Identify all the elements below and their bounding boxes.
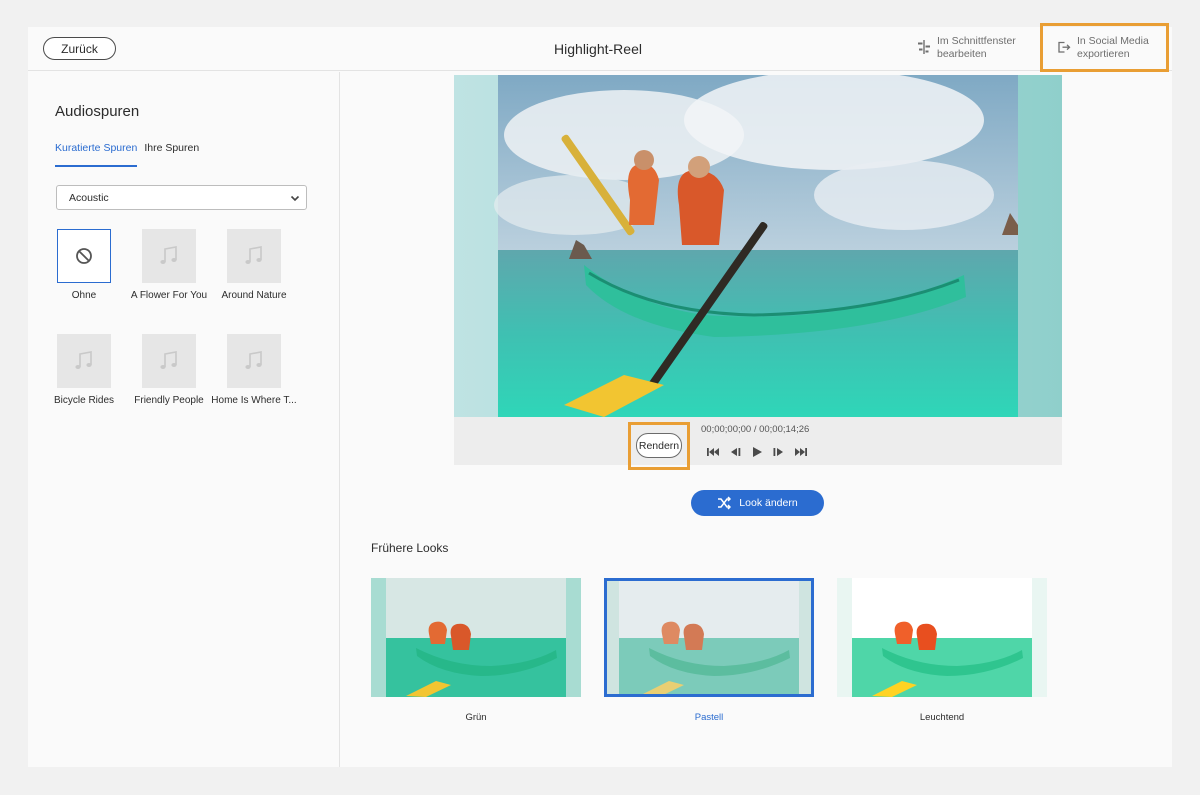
- track-thumb: [142, 229, 196, 283]
- timecode: 00;00;00;00 / 00;00;14;26: [701, 424, 810, 435]
- track-a-flower-for-you[interactable]: A Flower For You: [126, 229, 212, 301]
- kayak-photo: [454, 75, 1062, 417]
- track-thumb: [142, 334, 196, 388]
- track-label: Home Is Where T...: [211, 395, 297, 406]
- shuffle-icon: [718, 496, 732, 510]
- track-thumb: [227, 334, 281, 388]
- skip-to-start-icon[interactable]: [706, 445, 720, 459]
- music-note-icon: [75, 351, 92, 369]
- player-controls: Rendern 00;00;00;00 / 00;00;14;26: [454, 417, 1062, 465]
- track-home-is-where[interactable]: Home Is Where T...: [211, 334, 297, 406]
- skip-to-end-icon[interactable]: [794, 445, 808, 459]
- look-label: Grün: [465, 712, 487, 723]
- edit-in-timeline-button[interactable]: Im Schnittfenster bearbeiten: [917, 35, 1016, 61]
- genre-dropdown[interactable]: Acoustic: [56, 185, 307, 210]
- track-none[interactable]: Ohne: [41, 229, 127, 301]
- export-label-line1: In Social Media: [1077, 35, 1149, 47]
- look-thumbnail: [837, 578, 1047, 697]
- track-thumb: [227, 229, 281, 283]
- chevron-down-icon: [290, 195, 300, 201]
- look-card-green[interactable]: Grün: [371, 578, 581, 723]
- audio-tabs: Kuratierte Spuren Ihre Spuren: [55, 142, 199, 167]
- music-note-icon: [160, 246, 177, 264]
- track-label: Ohne: [71, 290, 97, 301]
- look-card-vivid[interactable]: Leuchtend: [837, 578, 1047, 723]
- audio-panel: Audiospuren Kuratierte Spuren Ihre Spure…: [28, 72, 340, 767]
- music-note-icon: [160, 351, 177, 369]
- look-thumbnail: [604, 578, 814, 697]
- app-window: Zurück Highlight-Reel Im Schnittfenster …: [28, 23, 1172, 767]
- track-label: A Flower For You: [130, 290, 208, 301]
- header-bar: Zurück Highlight-Reel Im Schnittfenster …: [28, 27, 1172, 71]
- music-note-icon: [245, 246, 262, 264]
- track-thumb: [57, 334, 111, 388]
- earlier-looks-title: Frühere Looks: [371, 541, 449, 555]
- track-label: Bicycle Rides: [53, 395, 115, 406]
- change-look-button[interactable]: Look ändern: [691, 490, 824, 516]
- no-audio-icon: [76, 248, 92, 264]
- render-button[interactable]: Rendern: [636, 433, 682, 458]
- video-preview[interactable]: [454, 75, 1062, 417]
- timeline-icon: [918, 40, 930, 54]
- music-note-icon: [245, 351, 262, 369]
- tab-curated-tracks[interactable]: Kuratierte Spuren: [55, 142, 138, 167]
- track-label: Around Nature: [221, 290, 287, 301]
- look-card-pastel[interactable]: Pastell: [604, 578, 814, 723]
- export-icon: [1058, 41, 1071, 53]
- tab-your-tracks[interactable]: Ihre Spuren: [144, 142, 199, 167]
- look-thumbnail: [371, 578, 581, 697]
- page-title: Highlight-Reel: [554, 41, 642, 57]
- audio-panel-title: Audiospuren: [55, 103, 140, 120]
- play-icon[interactable]: [750, 445, 764, 459]
- track-none-thumb: [57, 229, 111, 283]
- look-label: Leuchtend: [919, 712, 965, 723]
- edit-timeline-label-line1: Im Schnittfenster: [937, 35, 1016, 47]
- back-button[interactable]: Zurück: [43, 37, 116, 60]
- genre-dropdown-value: Acoustic: [69, 191, 109, 204]
- track-around-nature[interactable]: Around Nature: [211, 229, 297, 301]
- step-forward-icon[interactable]: [772, 445, 786, 459]
- change-look-label: Look ändern: [739, 497, 798, 509]
- track-label: Friendly People: [134, 395, 204, 406]
- step-back-icon[interactable]: [728, 445, 742, 459]
- look-label: Pastell: [694, 712, 724, 723]
- export-label-line2: exportieren: [1077, 48, 1130, 60]
- transport-controls: [706, 445, 808, 459]
- edit-timeline-label-line2: bearbeiten: [937, 48, 987, 60]
- export-social-media-button[interactable]: In Social Media exportieren: [1057, 35, 1149, 61]
- track-bicycle-rides[interactable]: Bicycle Rides: [41, 334, 127, 406]
- track-friendly-people[interactable]: Friendly People: [126, 334, 212, 406]
